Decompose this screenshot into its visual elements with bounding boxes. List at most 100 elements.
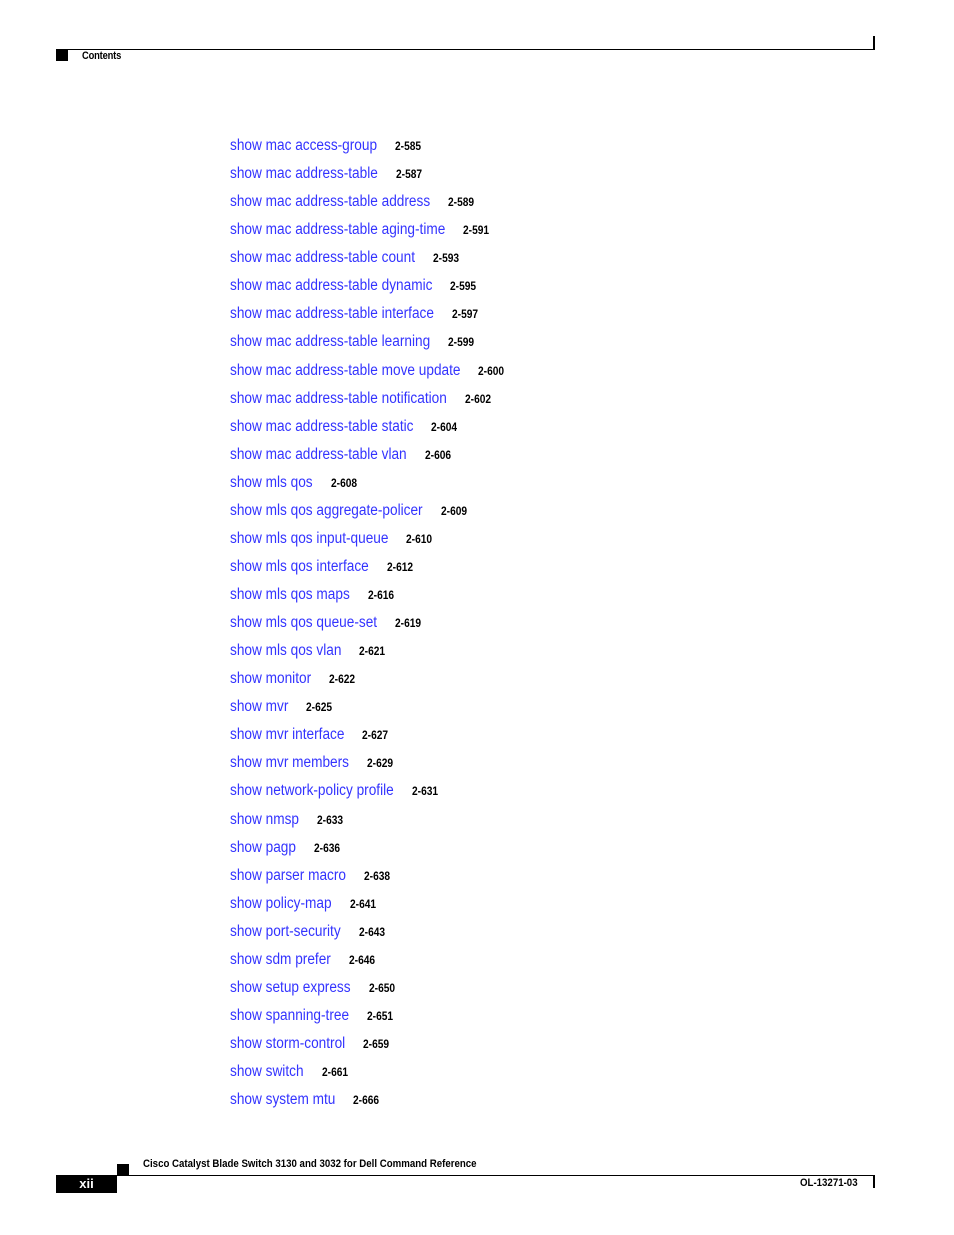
toc-entry-page: 2-597: [451, 307, 479, 322]
toc-entry-link[interactable]: show setup express: [230, 978, 351, 998]
toc-entry: show mls qos maps 2-616: [230, 585, 509, 613]
toc-entry-page: 2-659: [363, 1037, 390, 1051]
toc-entry-link[interactable]: show mac address-table aging-time: [230, 220, 445, 240]
header-corner-tick: [873, 36, 875, 50]
toc-entry: show mvr 2-625: [230, 697, 509, 725]
toc-entry-page: 2-621: [359, 644, 386, 659]
toc-entry-page: 2-587: [395, 167, 422, 182]
footer-corner-tick: [873, 1175, 875, 1188]
footer-doc-number: OL-13271-03: [800, 1177, 858, 1189]
toc-entry-link[interactable]: show mvr members: [230, 753, 349, 773]
toc-entry-link[interactable]: show nmsp: [230, 810, 299, 830]
header-marker-block: [56, 50, 68, 61]
toc-entry-page: 2-616: [367, 588, 394, 602]
toc-entry-link[interactable]: show policy-map: [230, 894, 332, 914]
toc-entry-link[interactable]: show mac address-table static: [230, 417, 413, 437]
toc-entry: show sdm prefer 2-646: [230, 950, 509, 978]
header-rule: [56, 49, 875, 50]
toc-entry: show mac address-table address 2-589: [230, 192, 509, 220]
toc-entry-link[interactable]: show mac address-table count: [230, 248, 415, 268]
toc-entry-page: 2-608: [330, 475, 357, 490]
toc-entry-page: 2-604: [431, 419, 458, 434]
footer-rule: [117, 1175, 875, 1176]
toc-entry-page: 2-593: [432, 251, 460, 266]
toc-entry-link[interactable]: show system mtu: [230, 1090, 335, 1110]
toc-entry: show mls qos interface 2-612: [230, 557, 509, 585]
toc-entry-link[interactable]: show mls qos maps: [230, 585, 350, 605]
toc-entry-link[interactable]: show mls qos input-queue: [230, 529, 388, 549]
toc-entry: show switch 2-661: [230, 1062, 509, 1090]
toc-entry-link[interactable]: show mac access-group: [230, 136, 377, 156]
toc-entry: show mls qos input-queue 2-610: [230, 529, 509, 557]
toc-entry-link[interactable]: show mac address-table address: [230, 192, 430, 212]
toc-entry: show mac access-group 2-585: [230, 136, 509, 164]
toc-entry-page: 2-631: [411, 784, 438, 799]
toc-entry: show mac address-table aging-time 2-591: [230, 220, 509, 248]
toc-entry: show mac address-table static 2-604: [230, 417, 509, 445]
toc-entry-link[interactable]: show mls qos vlan: [230, 641, 341, 661]
toc-entry-link[interactable]: show monitor: [230, 669, 311, 689]
toc-entry: show network-policy profile 2-631: [230, 781, 509, 809]
toc-entry-link[interactable]: show mls qos: [230, 473, 313, 493]
toc-entry-page: 2-600: [478, 363, 505, 378]
toc-entry: show mvr interface 2-627: [230, 725, 509, 753]
toc-entry-page: 2-591: [463, 223, 490, 238]
toc-entry-page: 2-636: [313, 840, 341, 855]
toc-entry: show nmsp 2-633: [230, 810, 509, 838]
toc-entry: show mac address-table move update 2-600: [230, 361, 509, 389]
toc-entry-link[interactable]: show spanning-tree: [230, 1006, 349, 1026]
toc-entry-link[interactable]: show parser macro: [230, 866, 346, 886]
toc-entry-link[interactable]: show switch: [230, 1062, 304, 1082]
section-label: Contents: [82, 50, 122, 62]
toc-entry-link[interactable]: show mac address-table vlan: [230, 445, 407, 465]
toc-entry: show mac address-table interface 2-597: [230, 304, 509, 332]
toc-entry-link[interactable]: show sdm prefer: [230, 950, 331, 970]
toc-entry-page: 2-643: [358, 924, 385, 939]
toc-entry-page: 2-641: [349, 896, 376, 911]
toc-entry: show pagp 2-636: [230, 838, 509, 866]
toc-entry: show mac address-table count 2-593: [230, 248, 509, 276]
toc-entry: show port-security 2-643: [230, 922, 509, 950]
toc-entry-page: 2-651: [367, 1008, 394, 1023]
toc-entry-link[interactable]: show mls qos aggregate-policer: [230, 501, 423, 521]
toc-entry-page: 2-606: [424, 447, 451, 462]
footer-book-title: Cisco Catalyst Blade Switch 3130 and 303…: [143, 1158, 477, 1170]
toc-entry-page: 2-622: [329, 672, 356, 687]
toc-entry-link[interactable]: show mac address-table interface: [230, 304, 434, 324]
toc-entry-link[interactable]: show mls qos queue-set: [230, 613, 377, 633]
toc-entry-page: 2-646: [348, 952, 375, 967]
toc-entry-page: 2-661: [321, 1065, 348, 1080]
toc-entry: show mac address-table dynamic 2-595: [230, 276, 509, 304]
toc-entry-link[interactable]: show mvr: [230, 697, 288, 717]
toc-entry: show mls qos 2-608: [230, 473, 509, 501]
toc-entry-link[interactable]: show mac address-table notification: [230, 389, 447, 409]
toc-entry-link[interactable]: show mvr interface: [230, 725, 344, 745]
toc-entry-page: 2-595: [450, 279, 477, 294]
toc-entry-link[interactable]: show mac address-table: [230, 164, 378, 184]
toc-entry-page: 2-666: [353, 1093, 380, 1108]
toc-entry-link[interactable]: show network-policy profile: [230, 781, 394, 801]
toc-entry: show spanning-tree 2-651: [230, 1006, 509, 1034]
toc-entry-link[interactable]: show mac address-table dynamic: [230, 276, 432, 296]
toc-entry-link[interactable]: show storm-control: [230, 1034, 345, 1054]
toc-entry-link[interactable]: show mac address-table move update: [230, 361, 460, 381]
toc-entry: show policy-map 2-641: [230, 894, 509, 922]
toc-entry-page: 2-609: [440, 503, 467, 518]
toc-entry: show mls qos queue-set 2-619: [230, 613, 509, 641]
toc-entry-link[interactable]: show port-security: [230, 922, 341, 942]
toc-entry-page: 2-650: [368, 980, 395, 995]
toc-entry-link[interactable]: show pagp: [230, 838, 296, 858]
toc-entry-page: 2-633: [316, 812, 344, 827]
toc-entry-link[interactable]: show mls qos interface: [230, 557, 369, 577]
toc-entry: show mac address-table learning 2-599: [230, 332, 509, 360]
toc-entry-page: 2-612: [386, 559, 413, 574]
toc-entry: show system mtu 2-666: [230, 1090, 509, 1118]
footer-marker-block: [117, 1164, 129, 1175]
toc-entry: show mvr members 2-629: [230, 753, 509, 781]
toc-entry: show mls qos aggregate-policer 2-609: [230, 501, 509, 529]
toc-entry-page: 2-638: [363, 868, 391, 883]
toc-entry: show monitor 2-622: [230, 669, 509, 697]
toc-entry-page: 2-610: [406, 531, 433, 546]
toc-entry: show mls qos vlan 2-621: [230, 641, 509, 669]
toc-entry-link[interactable]: show mac address-table learning: [230, 332, 430, 352]
